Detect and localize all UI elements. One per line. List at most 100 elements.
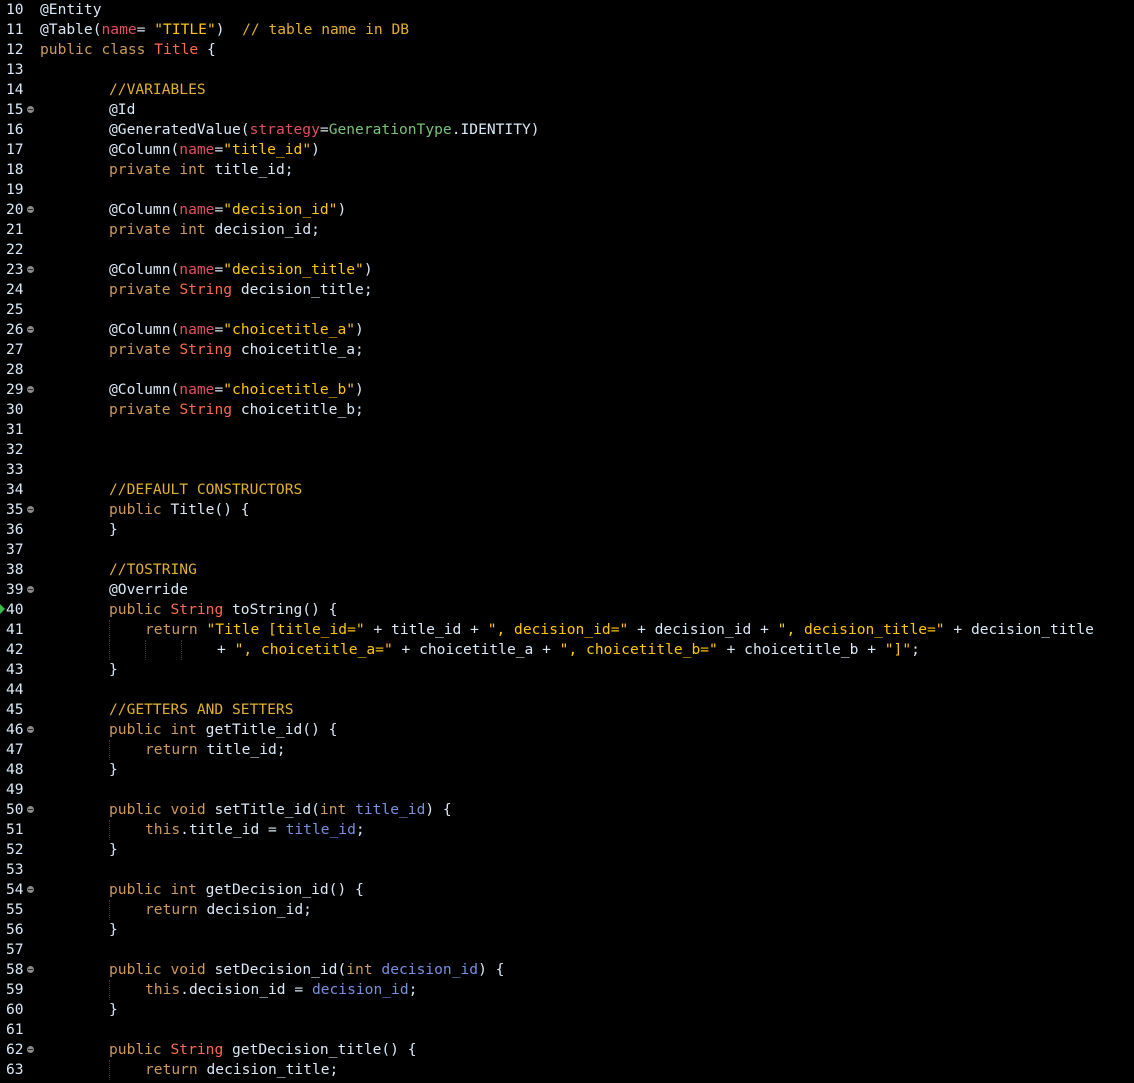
code-line[interactable]: 52}	[0, 840, 1134, 860]
code-line[interactable]: 60}	[0, 1000, 1134, 1020]
code-line[interactable]: 47 return title_id;	[0, 740, 1134, 760]
line-gutter: 11	[0, 20, 36, 40]
code-line[interactable]: 57	[0, 940, 1134, 960]
code-text: public class Title {	[40, 40, 216, 60]
code-line[interactable]: 23 @Column(name="decision_title")	[0, 260, 1134, 280]
code-line[interactable]: 35 public Title() {	[0, 500, 1134, 520]
code-line[interactable]: 46 public int getTitle_id() {	[0, 720, 1134, 740]
fold-collapse-icon[interactable]	[27, 386, 34, 393]
code-token-plain: =	[214, 141, 224, 158]
code-line[interactable]: 41 return "Title [title_id=" + title_id +…	[0, 620, 1134, 640]
fold-collapse-icon[interactable]	[27, 726, 34, 733]
code-text: private String choicetitle_a;	[109, 340, 364, 360]
code-token-com: //GETTERS AND SETTERS	[109, 701, 294, 718]
code-token-ann: @GeneratedValue(	[109, 121, 250, 138]
code-line[interactable]: 56}	[0, 920, 1134, 940]
code-line[interactable]: 14 //VARIABLES	[0, 80, 1134, 100]
line-number: 53	[6, 861, 24, 878]
code-line[interactable]: 49	[0, 780, 1134, 800]
line-number: 12	[6, 41, 24, 58]
code-text: }	[109, 1000, 118, 1020]
code-token-plain: .title_id =	[180, 821, 286, 838]
code-token-plain: }	[109, 661, 118, 678]
line-number: 11	[6, 21, 24, 38]
code-line[interactable]: 48}	[0, 760, 1134, 780]
code-line[interactable]: 24 private String decision_title;	[0, 280, 1134, 300]
code-line[interactable]: 33	[0, 460, 1134, 480]
code-line[interactable]: 40 public String toString() {	[0, 600, 1134, 620]
code-line[interactable]: 63 return decision_title;	[0, 1060, 1134, 1080]
code-line[interactable]: 54 public int getDecision_id() {	[0, 880, 1134, 900]
fold-collapse-icon[interactable]	[27, 326, 34, 333]
code-line[interactable]: 16 @GeneratedValue(strategy=GenerationTyp…	[0, 120, 1134, 140]
code-line[interactable]: 37	[0, 540, 1134, 560]
code-line[interactable]: 39 @Override	[0, 580, 1134, 600]
code-line[interactable]: 26 @Column(name="choicetitle_a")	[0, 320, 1134, 340]
code-line[interactable]: 29 @Column(name="choicetitle_b")	[0, 380, 1134, 400]
line-gutter: 54	[0, 880, 36, 900]
code-line[interactable]: 12 public class Title {	[0, 40, 1134, 60]
line-gutter: 17	[0, 140, 36, 160]
code-line[interactable]: 19	[0, 180, 1134, 200]
indent-guide	[181, 640, 182, 660]
code-line[interactable]: 36}	[0, 520, 1134, 540]
code-token-kw: private	[109, 281, 171, 298]
line-gutter: 60	[0, 1000, 36, 1020]
code-line[interactable]: 59 this.decision_id = decision_id;	[0, 980, 1134, 1000]
fold-collapse-icon[interactable]	[27, 586, 34, 593]
line-number: 31	[6, 421, 24, 438]
code-line[interactable]: 18 private int title_id;	[0, 160, 1134, 180]
code-token-type: Title	[154, 41, 199, 58]
code-editor[interactable]: 10 @Entity 11 @Table(name= "TITLE") // tabl…	[0, 0, 1134, 1083]
code-line[interactable]: 28	[0, 360, 1134, 380]
line-gutter: 24	[0, 280, 36, 300]
code-line[interactable]: 13	[0, 60, 1134, 80]
code-token-plain: ;	[911, 641, 920, 658]
fold-collapse-icon[interactable]	[27, 886, 34, 893]
code-token-plain: setDecision_id(	[205, 961, 347, 978]
code-line[interactable]: 21 private int decision_id;	[0, 220, 1134, 240]
fold-collapse-icon[interactable]	[27, 1046, 34, 1053]
fold-collapse-icon[interactable]	[27, 506, 34, 513]
code-line[interactable]: 42 + ", choicetitle_a=" + choicetitle_a +…	[0, 640, 1134, 660]
code-line[interactable]: 62 public String getDecision_title() {	[0, 1040, 1134, 1060]
code-text: private String decision_title;	[109, 280, 373, 300]
code-token-str: "]"	[884, 641, 912, 658]
fold-collapse-icon[interactable]	[27, 806, 34, 813]
code-token-plain: toString() {	[223, 601, 338, 618]
code-text: public String getDecision_title() {	[109, 1040, 417, 1060]
code-line[interactable]: 61	[0, 1020, 1134, 1040]
code-line[interactable]: 43}	[0, 660, 1134, 680]
code-token-plain: + title_id +	[364, 621, 488, 638]
code-line[interactable]: 38 //TOSTRING	[0, 560, 1134, 580]
code-line[interactable]: 11 @Table(name= "TITLE") // table name in…	[0, 20, 1134, 40]
code-text: public void setTitle_id(int title_id) {	[109, 800, 452, 820]
code-line[interactable]: 45 //GETTERS AND SETTERS	[0, 700, 1134, 720]
code-line[interactable]: 30 private String choicetitle_b;	[0, 400, 1134, 420]
fold-collapse-icon[interactable]	[27, 206, 34, 213]
code-line[interactable]: 51 this.title_id = title_id;	[0, 820, 1134, 840]
code-line[interactable]: 34 //DEFAULT CONSTRUCTORS	[0, 480, 1134, 500]
code-line[interactable]: 27 private String choicetitle_a;	[0, 340, 1134, 360]
code-line[interactable]: 32	[0, 440, 1134, 460]
line-gutter: 55	[0, 900, 36, 920]
code-line[interactable]: 31	[0, 420, 1134, 440]
code-line[interactable]: 44	[0, 680, 1134, 700]
line-gutter: 25	[0, 300, 36, 320]
fold-collapse-icon[interactable]	[27, 106, 34, 113]
code-line[interactable]: 50 public void setTitle_id(int title_id) …	[0, 800, 1134, 820]
code-line[interactable]: 22	[0, 240, 1134, 260]
fold-collapse-icon[interactable]	[27, 966, 34, 973]
code-line[interactable]: 53	[0, 860, 1134, 880]
code-line[interactable]: 25	[0, 300, 1134, 320]
code-line[interactable]: 58 public void setDecision_id(int decisio…	[0, 960, 1134, 980]
code-line[interactable]: 17 @Column(name="title_id")	[0, 140, 1134, 160]
code-line[interactable]: 55 return decision_id;	[0, 900, 1134, 920]
code-line[interactable]: 10 @Entity	[0, 0, 1134, 20]
line-number: 22	[6, 241, 24, 258]
code-line[interactable]: 15 @Id	[0, 100, 1134, 120]
fold-collapse-icon[interactable]	[27, 266, 34, 273]
code-line[interactable]: 20 @Column(name="decision_id")	[0, 200, 1134, 220]
line-gutter: 44	[0, 680, 36, 700]
code-token-plain: )	[530, 121, 540, 138]
